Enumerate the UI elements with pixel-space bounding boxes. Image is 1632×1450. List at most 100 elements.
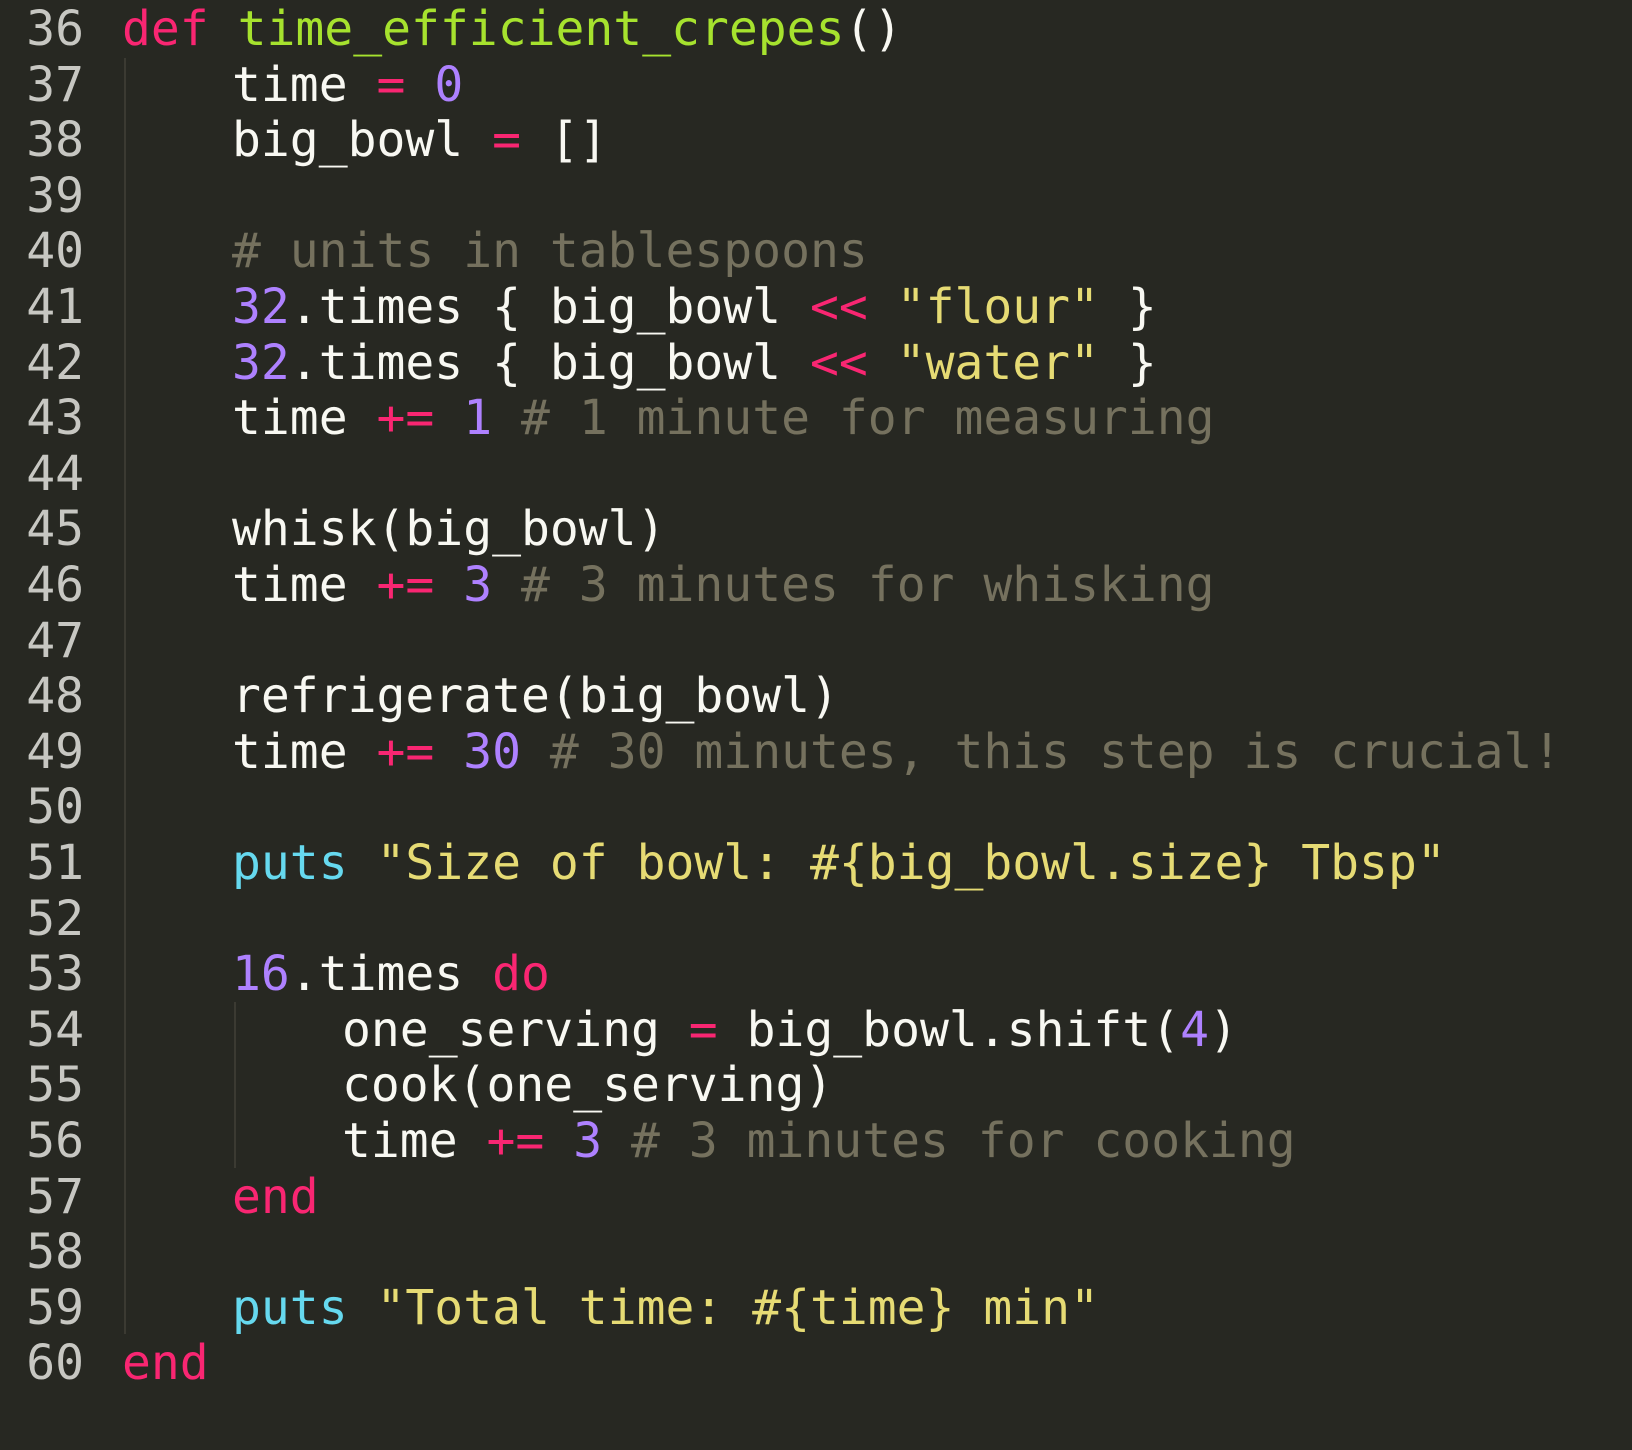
code-line[interactable]: 55 cook(one_serving): [0, 1056, 1632, 1114]
code-token: one_serving: [342, 1001, 689, 1058]
code-text: 32.times { big_bowl << "water" }: [232, 334, 1157, 392]
code-line[interactable]: 51 puts "Size of bowl: #{big_bowl.size} T…: [0, 834, 1632, 892]
code-token: 3: [573, 1113, 603, 1169]
code-token: =: [688, 1001, 718, 1058]
code-line[interactable]: 58: [0, 1223, 1632, 1281]
code-token: .times: [289, 946, 493, 1003]
line-number: 38: [26, 112, 84, 169]
code-line[interactable]: 47: [0, 612, 1632, 670]
code-line[interactable]: 50: [0, 778, 1632, 836]
line-number: 59: [26, 1279, 84, 1336]
code-token: []: [521, 112, 608, 169]
line-number: 36: [26, 1, 84, 57]
code-line[interactable]: 57 end: [0, 1168, 1632, 1226]
code-token: time_efficient_crepes: [237, 1, 845, 57]
code-line[interactable]: 46 time += 3 # 3 minutes for whisking: [0, 556, 1632, 614]
code-line[interactable]: 39: [0, 167, 1632, 225]
code-text: time += 3 # 3 minutes for whisking: [232, 556, 1215, 614]
code-token: time: [232, 56, 377, 113]
code-text: time += 3 # 3 minutes for cooking: [342, 1112, 1296, 1170]
code-line[interactable]: 54 one_serving = big_bowl.shift(4): [0, 1001, 1632, 1059]
line-number: 55: [26, 1057, 84, 1114]
line-number: 52: [26, 890, 84, 947]
code-text: end: [122, 1334, 209, 1392]
code-line[interactable]: 41 32.times { big_bowl << "flour" }: [0, 278, 1632, 336]
code-token: refrigerate(big_bowl): [232, 668, 839, 725]
code-line[interactable]: 43 time += 1 # 1 minute for measuring: [0, 389, 1632, 447]
code-line[interactable]: 45 whisk(big_bowl): [0, 500, 1632, 558]
code-editor[interactable]: 36 def time_efficient_crepes() 37 time = 03…: [0, 0, 1632, 1450]
code-line[interactable]: 37 time = 0: [0, 56, 1632, 114]
line-number: 58: [26, 1224, 84, 1281]
code-line[interactable]: 48 refrigerate(big_bowl): [0, 667, 1632, 725]
line-number: 44: [26, 445, 84, 502]
line-number: 47: [26, 612, 84, 669]
code-text: big_bowl = []: [232, 111, 608, 169]
code-line[interactable]: 42 32.times { big_bowl << "water" }: [0, 334, 1632, 392]
line-number: 49: [26, 723, 84, 780]
line-number: 39: [26, 167, 84, 224]
line-number: 60: [26, 1335, 84, 1392]
code-token: time: [232, 390, 377, 447]
code-token: <<: [809, 334, 868, 391]
code-line[interactable]: 38 big_bowl = []: [0, 111, 1632, 169]
code-token: big_bowl: [232, 112, 493, 169]
code-text: # units in tablespoons: [232, 222, 868, 280]
code-token: =: [376, 56, 406, 113]
code-token: +=: [486, 1113, 545, 1169]
line-number: 40: [26, 223, 84, 280]
code-token: time: [232, 723, 377, 780]
code-line[interactable]: 40 # units in tablespoons: [0, 222, 1632, 280]
line-number: 57: [26, 1168, 84, 1225]
code-token: puts: [232, 835, 348, 891]
code-token: "water": [896, 334, 1099, 391]
code-text: cook(one_serving): [342, 1056, 833, 1114]
code-token: do: [492, 946, 550, 1003]
code-line[interactable]: 53 16.times do: [0, 945, 1632, 1003]
code-token: }: [1098, 279, 1157, 335]
line-number: 51: [26, 835, 84, 891]
code-line[interactable]: 56 time += 3 # 3 minutes for cooking: [0, 1112, 1632, 1170]
code-token: cook(one_serving): [342, 1057, 834, 1114]
code-token: def: [122, 1, 209, 57]
code-token: <<: [809, 279, 868, 335]
code-token: ): [1208, 1001, 1238, 1058]
line-number: 46: [26, 557, 84, 613]
code-token: 0: [434, 56, 464, 113]
code-text: puts "Size of bowl: #{big_bowl.size} Tbs…: [232, 834, 1446, 892]
code-token: puts: [232, 1279, 348, 1336]
code-token: }: [1098, 334, 1157, 391]
code-line[interactable]: 52: [0, 890, 1632, 948]
line-number: 41: [26, 279, 84, 335]
code-line[interactable]: 44: [0, 445, 1632, 503]
code-token: end: [232, 1168, 319, 1225]
code-token: # units in tablespoons: [232, 223, 868, 280]
code-text: def time_efficient_crepes(): [122, 0, 902, 58]
code-line[interactable]: 59 puts "Total time: #{time} min": [0, 1279, 1632, 1337]
code-text: time += 30 # 30 minutes, this step is cr…: [232, 723, 1561, 781]
code-line[interactable]: 60 end: [0, 1334, 1632, 1392]
code-token: "flour": [896, 279, 1099, 335]
code-line[interactable]: 49 time += 30 # 30 minutes, this step is …: [0, 723, 1632, 781]
code-line[interactable]: 36 def time_efficient_crepes(): [0, 0, 1632, 58]
code-token: whisk(big_bowl): [232, 501, 666, 558]
code-token: =: [492, 112, 521, 169]
line-number: 54: [26, 1001, 84, 1058]
line-number: 42: [26, 334, 84, 391]
code-token: .times { big_bowl: [289, 334, 810, 391]
code-text: whisk(big_bowl): [232, 500, 665, 558]
line-number: 43: [26, 390, 84, 447]
line-number: 50: [26, 779, 84, 836]
